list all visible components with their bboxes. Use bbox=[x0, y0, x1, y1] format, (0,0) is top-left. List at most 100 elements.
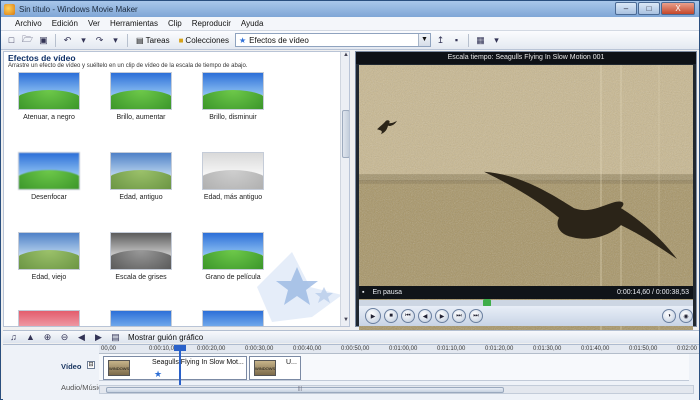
status-icon: ▪ bbox=[362, 289, 365, 296]
narrate-icon[interactable]: ♫ bbox=[7, 331, 20, 344]
save-icon[interactable]: ▣ bbox=[37, 34, 50, 47]
menu-ayuda[interactable]: Ayuda bbox=[241, 19, 264, 28]
preview-monitor: Escala tiempo: Seagulls Flying In Slow M… bbox=[355, 51, 697, 333]
dropdown-arrow-icon[interactable]: ▾ bbox=[490, 34, 503, 47]
ruler-tick-label: 0:01:40,00 bbox=[581, 346, 610, 352]
scroll-up-icon[interactable]: ▲ bbox=[341, 52, 349, 61]
open-icon[interactable]: 🗁 bbox=[21, 34, 34, 47]
zoom-in-icon[interactable]: ⊕ bbox=[41, 331, 54, 344]
storyboard-icon[interactable]: ▤ bbox=[109, 331, 122, 344]
undo-icon[interactable]: ↶ bbox=[61, 34, 74, 47]
up-level-icon[interactable]: ↥ bbox=[434, 34, 447, 47]
window-controls: – □ X bbox=[615, 2, 695, 15]
timeline-clip[interactable]: WINDOWS Seagulls Flying In Slow Mot... ★ bbox=[103, 356, 247, 380]
ruler-tick-label: 0:00:40,00 bbox=[293, 346, 322, 352]
menu-archivo[interactable]: Archivo bbox=[15, 19, 42, 28]
scroll-down-icon[interactable]: ▼ bbox=[341, 317, 349, 326]
minimize-button[interactable]: – bbox=[615, 2, 637, 15]
playhead[interactable] bbox=[174, 345, 186, 387]
rewind-timeline-icon[interactable]: ◀ bbox=[75, 331, 88, 344]
effect-thumbnail[interactable] bbox=[110, 152, 172, 190]
forward-button[interactable]: ▶ bbox=[435, 309, 449, 323]
window-title: Sin título - Windows Movie Maker bbox=[19, 4, 138, 14]
rewind-button[interactable]: ◀ bbox=[418, 309, 432, 323]
effect-thumbnail[interactable] bbox=[18, 232, 80, 270]
menu-herramientas[interactable]: Herramientas bbox=[110, 19, 158, 28]
clip-thumbnail: WINDOWS bbox=[108, 360, 130, 376]
effects-panel-subtitle: Arrastre un efecto de vídeo y suéltelo e… bbox=[8, 63, 248, 69]
app-icon bbox=[4, 3, 15, 15]
effect-label: Edad, antiguo bbox=[119, 194, 163, 201]
show-storyboard-button[interactable]: Mostrar guión gráfico bbox=[128, 333, 203, 342]
new-icon[interactable]: □ bbox=[5, 34, 18, 47]
effects-panel: Efectos de vídeo Arrastre un efecto de v… bbox=[3, 51, 350, 327]
next-frame-button[interactable]: ⏭ bbox=[452, 309, 466, 323]
effect-label: Brillo, disminuir bbox=[209, 114, 257, 121]
effects-panel-title: Efectos de vídeo bbox=[8, 53, 76, 63]
previous-frame-button[interactable]: ⏮ bbox=[401, 309, 415, 323]
effect-thumbnail[interactable] bbox=[18, 152, 80, 190]
ruler-tick-label: 0:01:50,00 bbox=[629, 346, 658, 352]
effect-label: Desenfocar bbox=[31, 194, 67, 201]
effects-scrollbar[interactable]: ▲ ▼ bbox=[340, 52, 349, 326]
effect-thumbnail[interactable] bbox=[18, 310, 80, 326]
effect-thumbnail[interactable] bbox=[202, 152, 264, 190]
collections-label: Colecciones bbox=[185, 35, 229, 45]
ruler-tick-label: 0:01:10,00 bbox=[437, 346, 466, 352]
effect-label: Edad, más antiguo bbox=[203, 194, 263, 201]
dropdown-arrow-icon[interactable]: ▾ bbox=[77, 34, 90, 47]
chevron-down-icon[interactable]: ▼ bbox=[418, 34, 430, 46]
collections-button[interactable]: ■ Colecciones bbox=[176, 36, 232, 45]
collapse-icon[interactable]: ⊟ bbox=[87, 361, 95, 369]
title-bar: Sin título - Windows Movie Maker – □ X bbox=[1, 1, 699, 17]
collection-select[interactable]: ★ Efectos de vídeo ▼ bbox=[235, 33, 431, 47]
toolbar-divider bbox=[127, 33, 128, 47]
playback-controls: ▶ ■ ⏮ ◀ ▶ ⏭ ⏭ ◑ ◉ bbox=[359, 306, 693, 326]
view-icon[interactable]: ▦ bbox=[474, 34, 487, 47]
scrollbar-thumb[interactable] bbox=[342, 110, 349, 158]
maximize-button[interactable]: □ bbox=[638, 2, 660, 15]
snapshot-button[interactable]: ◉ bbox=[679, 309, 693, 323]
timeline-toolbar: ♫ ▲ ⊕ ⊖ ◀ ▶ ▤ Mostrar guión gráfico bbox=[3, 330, 699, 343]
end-button[interactable]: ⏭ bbox=[469, 309, 483, 323]
folder-icon: ■ bbox=[178, 35, 184, 45]
redo-icon[interactable]: ↷ bbox=[93, 34, 106, 47]
clip-title: U... bbox=[286, 359, 297, 366]
ruler-tick-label: 0:01:00,00 bbox=[389, 346, 418, 352]
playback-time: 0:00:14,60 / 0:00:38,53 bbox=[616, 289, 689, 296]
timeline-clip[interactable]: WINDOWS U... bbox=[249, 356, 301, 380]
clip-title: Seagulls Flying In Slow Mot... bbox=[152, 359, 244, 366]
video-track-label: Vídeo bbox=[61, 362, 82, 371]
effect-thumbnail[interactable] bbox=[110, 232, 172, 270]
menu-edicion[interactable]: Edición bbox=[52, 19, 78, 28]
ruler-tick-label: 0:00:50,00 bbox=[341, 346, 370, 352]
effect-thumbnail[interactable] bbox=[110, 310, 172, 326]
ruler-tick-label: 0:01:30,00 bbox=[533, 346, 562, 352]
ruler-tick-label: 0:02:00 bbox=[677, 346, 698, 352]
preview-title: Escala tiempo: Seagulls Flying In Slow M… bbox=[356, 52, 696, 64]
scrollbar-thumb[interactable] bbox=[106, 387, 504, 393]
playhead-handle[interactable] bbox=[174, 345, 186, 351]
effect-thumbnail[interactable] bbox=[110, 72, 172, 110]
playback-status-bar: ▪ En pausa 0:00:14,60 / 0:00:38,53 bbox=[359, 286, 693, 299]
dropdown-arrow-icon[interactable]: ▾ bbox=[109, 34, 122, 47]
menu-reproducir[interactable]: Reproducir bbox=[192, 19, 231, 28]
menu-ver[interactable]: Ver bbox=[88, 19, 100, 28]
tasks-button[interactable]: ▤ Tareas bbox=[133, 36, 173, 45]
new-folder-icon[interactable]: ▪ bbox=[450, 34, 463, 47]
audio-levels-icon[interactable]: ▲ bbox=[24, 331, 37, 344]
split-clip-button[interactable]: ◑ bbox=[662, 309, 676, 323]
effect-thumbnail[interactable] bbox=[18, 72, 80, 110]
time-ruler[interactable]: 00,00 0:00:10,00 0:00:20,00 0:00:30,00 0:00:… bbox=[99, 345, 699, 354]
video-track[interactable]: WINDOWS Seagulls Flying In Slow Mot... ★… bbox=[99, 354, 689, 381]
stop-button[interactable]: ■ bbox=[384, 309, 398, 323]
timeline-scrollbar[interactable]: ||| bbox=[99, 385, 694, 394]
effect-thumbnail[interactable] bbox=[202, 72, 264, 110]
menu-clip[interactable]: Clip bbox=[168, 19, 182, 28]
tasks-icon: ▤ bbox=[136, 35, 144, 45]
play-timeline-icon[interactable]: ▶ bbox=[92, 331, 105, 344]
play-button[interactable]: ▶ bbox=[365, 308, 381, 324]
effect-label: Escala de grises bbox=[115, 274, 167, 281]
zoom-out-icon[interactable]: ⊖ bbox=[58, 331, 71, 344]
close-button[interactable]: X bbox=[661, 2, 695, 15]
